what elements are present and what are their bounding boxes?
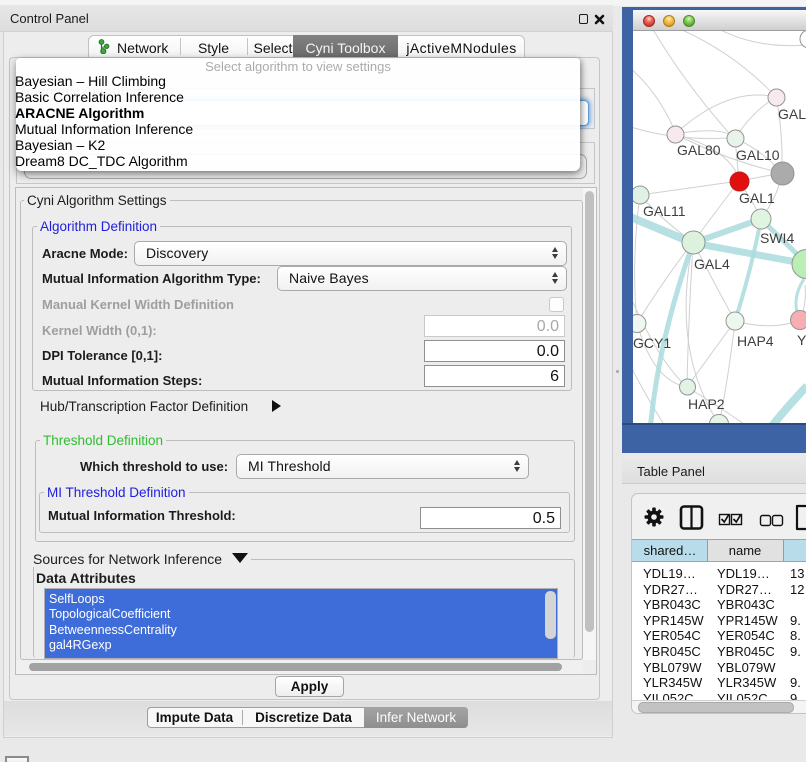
- svg-text:GAL2: GAL2: [778, 106, 806, 122]
- svg-text:GCY1: GCY1: [633, 335, 671, 351]
- svg-text:GAL1: GAL1: [739, 190, 775, 206]
- svg-text:HAP4: HAP4: [737, 333, 774, 349]
- svg-text:Y: Y: [797, 332, 806, 348]
- svg-text:GAL80: GAL80: [677, 142, 721, 158]
- svg-text:HAP2: HAP2: [688, 396, 725, 412]
- svg-text:GAL4: GAL4: [694, 256, 730, 272]
- svg-text:GAL10: GAL10: [736, 147, 780, 163]
- svg-text:SWI4: SWI4: [760, 230, 794, 246]
- svg-text:GAL11: GAL11: [643, 203, 686, 219]
